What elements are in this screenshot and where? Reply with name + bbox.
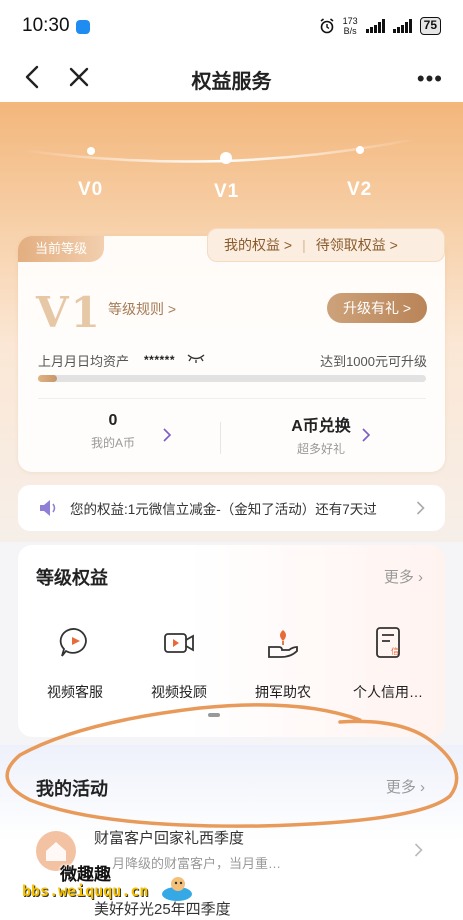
benefit-label: 拥军助农	[255, 684, 311, 700]
activity-1-title[interactable]: 财富客户回家礼西季度	[94, 827, 244, 848]
level-label-v1[interactable]: V1	[214, 181, 239, 203]
benefit-support-farmers[interactable]: 拥军助农	[233, 625, 333, 702]
credit-document-icon: 信	[376, 627, 400, 658]
a-coin-stat[interactable]: 0 我的A币	[18, 412, 208, 451]
mascot-icon	[162, 877, 192, 901]
notice-text: 您的权益:1元微信立减金-（金知了活动）还有7天过	[70, 502, 377, 517]
activities-more-label: 更多	[385, 779, 416, 796]
benefit-personal-credit[interactable]: 信 个人信用…	[338, 625, 438, 702]
plant-hand-icon	[268, 630, 298, 658]
stat-divider	[220, 422, 221, 454]
benefit-video-service[interactable]: 视频客服	[25, 625, 125, 702]
status-right: 173 B/s 75	[319, 16, 441, 36]
level-card: 当前等级 我的权益 > | 待领取权益 > V1 等级规则 > 升级有礼 > 上…	[18, 228, 445, 472]
asset-progress-bar	[38, 375, 426, 382]
chevron-right-icon	[416, 501, 425, 515]
level-dot-v1	[220, 152, 232, 164]
video-camera-icon	[164, 633, 194, 653]
rights-pill: 我的权益 > | 待领取权益 >	[207, 228, 445, 262]
benefit-label: 视频投顾	[151, 684, 207, 700]
battery-indicator: 75	[419, 17, 441, 35]
pending-rights-link[interactable]: 待领取权益 >	[316, 235, 398, 255]
benefits-title: 等级权益	[36, 568, 108, 588]
chevron-right-icon	[163, 428, 172, 442]
level-dot-v2	[356, 146, 364, 154]
chevron-right-icon	[362, 428, 371, 442]
asset-label: 上月月日均资产	[38, 354, 130, 369]
nav-bar: 权益服务 •••	[0, 52, 463, 102]
status-bar: 10:30 173 B/s 75	[0, 0, 463, 52]
rights-notice[interactable]: 您的权益:1元微信立减金-（金知了活动）还有7天过	[18, 485, 445, 531]
chevron-right-icon: ›	[420, 779, 425, 796]
level-rules-link[interactable]: 等级规则 >	[108, 299, 176, 319]
benefits-more-label: 更多	[383, 569, 414, 586]
watermark-bottom: bbs.weiququ.cn	[22, 882, 149, 900]
site-watermark: 微趣趣 bbs.weiququ.cn	[22, 860, 202, 910]
more-icon[interactable]: •••	[417, 66, 443, 92]
scroll-indicator	[208, 713, 220, 717]
current-level-badge: 当前等级	[18, 236, 104, 262]
a-coin-count: 0	[108, 412, 118, 429]
chevron-right-icon: ›	[418, 569, 423, 586]
level-label-v2[interactable]: V2	[347, 179, 372, 201]
svg-text:信: 信	[391, 646, 399, 656]
level-label-v0[interactable]: V0	[78, 179, 103, 201]
a-coin-exchange[interactable]: A币兑换 超多好礼	[226, 412, 416, 457]
asset-progress-fill	[38, 375, 58, 382]
signal-1-icon	[365, 19, 385, 33]
hide-eye-icon[interactable]	[186, 352, 206, 364]
speed-value: 173	[342, 16, 358, 26]
benefits-more-link[interactable]: 更多 ›	[384, 566, 423, 587]
speaker-icon	[40, 500, 56, 516]
chevron-right-icon[interactable]	[414, 843, 423, 857]
level-benefits-panel: 等级权益 更多 › 视频客服 视频投顾 拥军助农 信 个人信用…	[18, 545, 445, 737]
my-rights-link[interactable]: 我的权益 >	[224, 235, 292, 255]
card-divider	[38, 398, 426, 399]
activities-more-link[interactable]: 更多 ›	[386, 776, 425, 797]
a-coin-exchange-sub: 超多好礼	[296, 442, 345, 456]
level-dot-v0	[87, 147, 95, 155]
app-notification-icon	[75, 20, 90, 34]
video-chat-icon	[59, 628, 87, 657]
network-speed: 173 B/s	[343, 16, 358, 36]
activities-title: 我的活动	[36, 779, 108, 799]
benefit-label: 个人信用…	[353, 684, 423, 700]
a-coin-exchange-title: A币兑换	[291, 418, 351, 435]
current-level-large: V1	[36, 288, 102, 337]
speed-unit: B/s	[343, 26, 357, 36]
a-coin-label: 我的A币	[90, 436, 135, 450]
upgrade-gift-button[interactable]: 升级有礼 >	[327, 293, 427, 323]
benefit-video-advisor[interactable]: 视频投顾	[129, 625, 229, 702]
upgrade-hint: 达到1000元可升级	[320, 354, 427, 369]
status-time: 10:30	[22, 15, 70, 36]
signal-2-icon	[392, 19, 412, 33]
pill-divider: |	[302, 237, 306, 253]
alarm-icon	[320, 18, 334, 34]
benefit-label: 视频客服	[47, 684, 103, 700]
page-title: 权益服务	[191, 71, 272, 93]
asset-value: ******	[144, 353, 176, 367]
